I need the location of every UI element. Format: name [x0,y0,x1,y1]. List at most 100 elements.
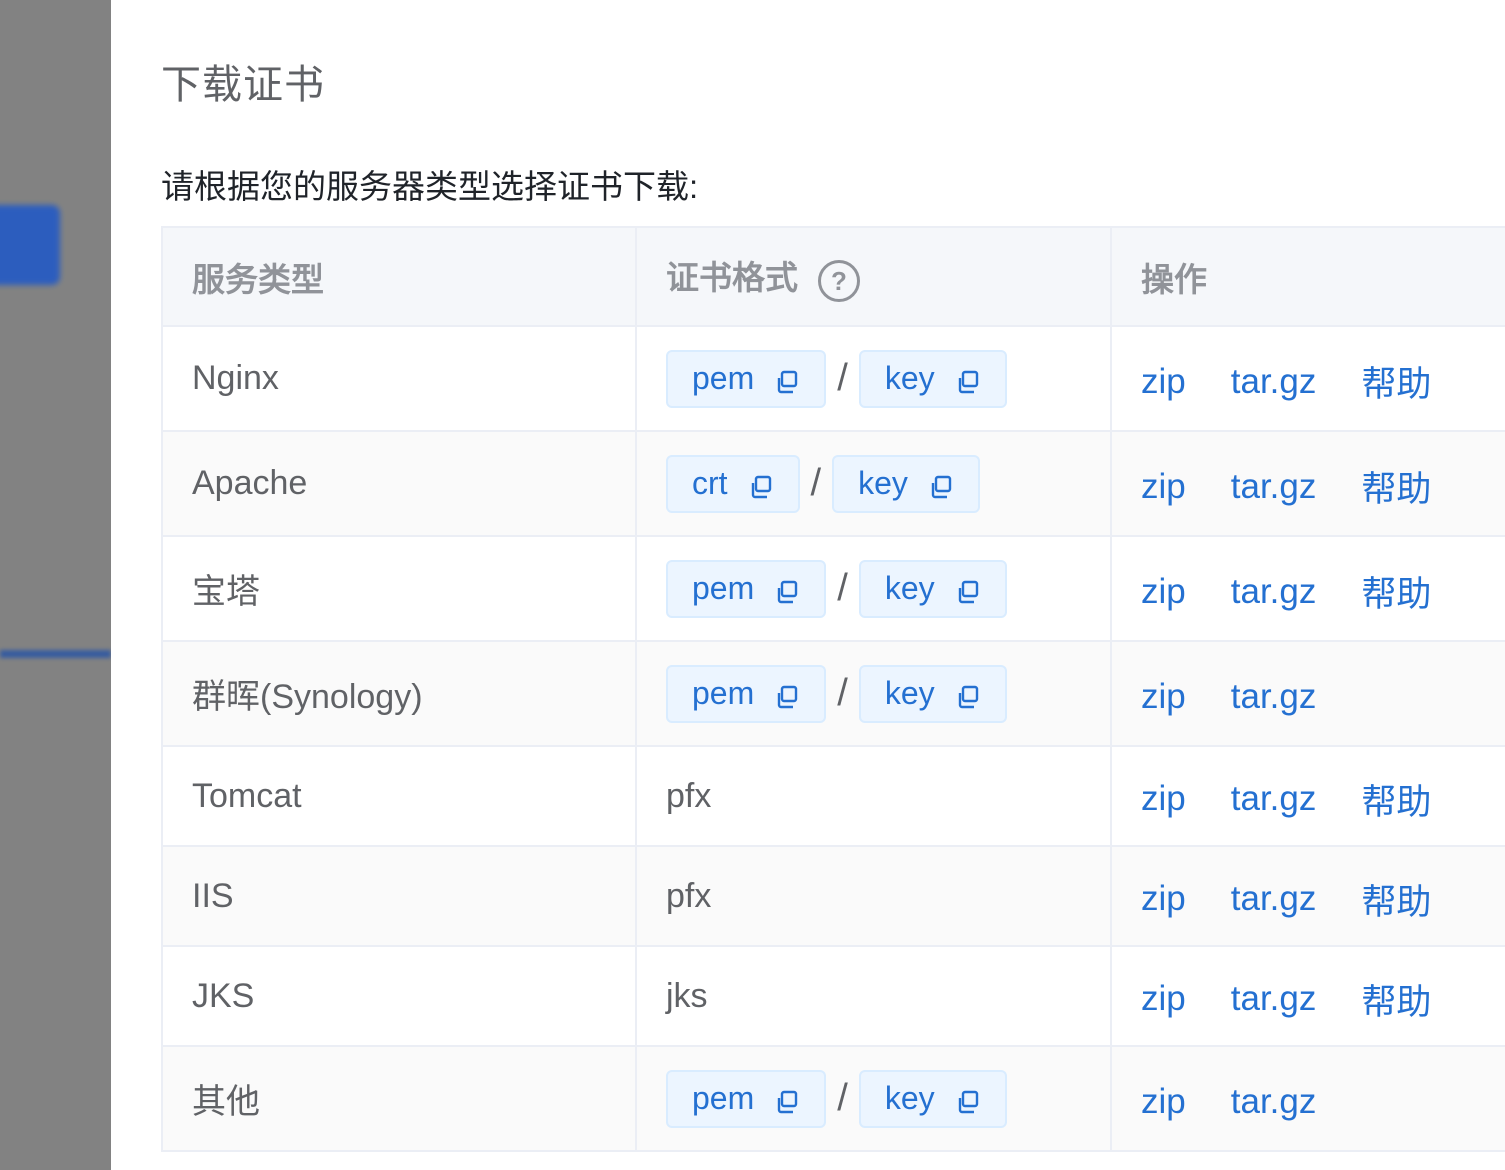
copy-icon[interactable] [928,471,954,498]
download-zip-link[interactable]: zip [1141,779,1186,819]
download-cert-drawer: 下载证书 请根据您的服务器类型选择证书下载: 服务类型 证书格式? 操作 Ngi… [111,0,1505,1170]
format-tag-label: key [884,1080,935,1116]
service-type-label: IIS [192,876,234,915]
service-type-label: 其他 [192,1083,260,1121]
question-circle-icon[interactable]: ? [818,259,860,302]
service-type-cell: Apache [161,430,637,537]
download-zip-link[interactable]: zip [1141,879,1186,919]
copy-icon[interactable] [748,471,774,498]
download-targz-link[interactable]: tar.gz [1231,677,1317,717]
service-type-cell: IIS [161,845,637,947]
actions-cell: zip tar.gz 帮助 [1110,945,1505,1047]
actions-cell: zip tar.gz 帮助 [1110,845,1505,947]
download-targz-link[interactable]: tar.gz [1231,979,1317,1019]
copy-icon[interactable] [774,576,800,603]
actions-cell: zip tar.gz 帮助 [1110,325,1505,432]
download-targz-link[interactable]: tar.gz [1231,572,1317,612]
format-tag-label: pem [692,675,755,711]
download-zip-link[interactable]: zip [1141,677,1186,717]
header-service-type-label: 服务类型 [192,260,324,298]
download-targz-link[interactable]: tar.gz [1231,779,1317,819]
format-tag-pem[interactable]: pem [666,559,827,618]
format-tag-key[interactable]: key [832,454,980,513]
header-cert-format-label: 证书格式 [666,259,798,297]
download-targz-link[interactable]: tar.gz [1231,362,1317,402]
format-separator: / [837,1077,848,1119]
help-link[interactable]: 帮助 [1361,774,1431,825]
header-actions-label: 操作 [1141,260,1207,298]
help-link[interactable]: 帮助 [1361,566,1431,617]
format-tag-label: pem [692,360,755,396]
download-zip-link[interactable]: zip [1141,467,1186,507]
copy-icon[interactable] [774,681,800,708]
service-type-cell: 其他 [161,1045,637,1152]
format-separator: / [837,357,848,399]
download-targz-link[interactable]: tar.gz [1231,1082,1317,1122]
service-type-cell: 群晖(Synology) [161,640,637,747]
table-row: Tomcat pfx zip tar.gz 帮助 [161,745,1505,847]
actions-cell: zip tar.gz 帮助 [1110,745,1505,847]
action-links: zip tar.gz [1141,671,1505,717]
download-zip-link[interactable]: zip [1141,362,1186,402]
action-links: zip tar.gz [1141,1076,1505,1122]
download-targz-link[interactable]: tar.gz [1231,879,1317,919]
format-tag-key[interactable]: key [858,1069,1007,1128]
format-tag-label: key [884,675,935,711]
help-link[interactable]: 帮助 [1361,974,1431,1025]
format-tag-crt[interactable]: crt [666,454,800,513]
actions-cell: zip tar.gz [1110,1045,1505,1152]
action-links: zip tar.gz 帮助 [1141,868,1505,925]
cert-format-cell: pem / key [635,1045,1112,1152]
service-type-label: JKS [192,976,255,1015]
drawer-title: 下载证书 [161,63,325,107]
download-zip-link[interactable]: zip [1141,1082,1186,1122]
format-text: pfx [666,876,712,915]
table-row: 群晖(Synology) pem / key zip tar.gz [161,640,1505,747]
action-links: zip tar.gz 帮助 [1141,350,1505,407]
copy-icon[interactable] [774,366,800,393]
copy-icon[interactable] [955,366,981,393]
copy-icon[interactable] [955,681,981,708]
table-row: 宝塔 pem / key zip tar.gz 帮助 [161,535,1505,642]
help-link[interactable]: 帮助 [1361,461,1431,512]
copy-icon[interactable] [955,1086,981,1113]
service-type-cell: 宝塔 [161,535,637,642]
format-separator: / [837,567,848,609]
blurred-background [0,0,111,1170]
service-type-cell: Tomcat [161,745,637,847]
cert-format-cell: crt / key [635,430,1112,537]
format-tag-pem[interactable]: pem [666,664,827,723]
table-row: JKS jks zip tar.gz 帮助 [161,945,1505,1047]
overlay-mask[interactable] [0,0,111,1170]
service-type-label: Nginx [192,359,279,397]
download-zip-link[interactable]: zip [1141,572,1186,612]
header-cert-format: 证书格式? [635,226,1112,327]
actions-cell: zip tar.gz 帮助 [1110,430,1505,537]
intro-text: 请根据您的服务器类型选择证书下载: [161,168,699,205]
format-tag-pem[interactable]: pem [666,1069,827,1128]
format-tag-pem[interactable]: pem [666,349,827,408]
table-row: Apache crt / key zip tar.gz 帮助 [161,430,1505,537]
download-targz-link[interactable]: tar.gz [1231,467,1317,507]
action-links: zip tar.gz 帮助 [1141,560,1505,617]
service-type-cell: JKS [161,945,637,1047]
action-links: zip tar.gz 帮助 [1141,768,1505,825]
service-type-cell: Nginx [161,325,637,432]
format-tag-key[interactable]: key [858,664,1007,723]
help-link[interactable]: 帮助 [1361,356,1431,407]
format-separator: / [810,462,822,504]
format-tags: pem / key [666,349,1110,408]
download-zip-link[interactable]: zip [1141,979,1186,1019]
service-type-label: 宝塔 [192,573,260,611]
cert-format-cell: pfx [635,745,1112,847]
help-link[interactable]: 帮助 [1361,874,1431,925]
format-tags: pem / key [666,559,1110,618]
cert-format-cell: pem / key [635,325,1112,432]
format-tag-key[interactable]: key [858,349,1007,408]
copy-icon[interactable] [955,576,981,603]
service-type-label: Tomcat [192,776,302,815]
service-type-label: Apache [192,464,308,502]
format-tag-key[interactable]: key [858,559,1007,618]
copy-icon[interactable] [774,1086,800,1113]
action-links: zip tar.gz 帮助 [1141,455,1505,512]
